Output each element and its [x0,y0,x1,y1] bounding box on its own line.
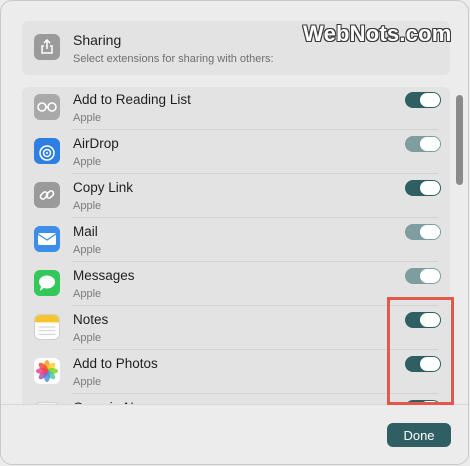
toggle-knob [420,137,440,151]
toggle-knob [420,181,440,195]
reading-list-icon [34,94,60,120]
divider [72,393,438,394]
highlight-box [387,297,454,405]
extension-name: Mail [73,224,98,239]
header-title: Sharing [73,32,122,48]
sharing-sheet: Sharing Select extensions for sharing wi… [0,0,469,465]
airdrop-icon [34,138,60,164]
list-item: AirDrop Apple [22,131,450,174]
list-item: Add to Reading List Apple [22,87,450,130]
extension-vendor: Apple [73,332,102,344]
list-item: Copy Link Apple [22,175,450,218]
toggle-knob [420,269,440,283]
toggle-knob [420,225,440,239]
messages-icon [34,270,60,296]
extension-name: Messages [73,268,135,283]
extension-vendor: Apple [73,200,102,212]
extension-vendor: Apple [73,376,102,388]
list-item: Notes Apple [22,307,450,350]
list-item: Messages Apple [22,263,450,306]
divider [72,173,438,174]
done-button[interactable]: Done [387,423,451,447]
list-item: Add to Photos Apple [22,351,450,394]
divider [72,217,438,218]
list-item: Mail Apple [22,219,450,262]
toggle-knob [420,93,440,107]
toggle-add-to-reading-list[interactable] [405,92,441,108]
share-icon [34,34,60,60]
divider [72,261,438,262]
watermark-logo: WebNots.com [303,21,452,46]
toggle-airdrop[interactable] [405,136,441,152]
extension-vendor: Apple [73,288,102,300]
extension-name: Add to Photos [73,356,158,371]
scrollbar[interactable] [456,95,463,185]
link-icon [34,182,60,208]
mail-icon [34,226,60,252]
toggle-copy-link[interactable] [405,180,441,196]
extension-name: Copy Link [73,180,134,195]
extensions-list: Add to Reading List Apple AirDrop Apple [22,87,450,417]
toggle-mail[interactable] [405,224,441,240]
divider [72,129,438,130]
extension-vendor: Apple [73,112,102,124]
extension-name: Add to Reading List [73,92,191,107]
header-subtitle: Select extensions for sharing with other… [73,53,274,65]
photos-icon [34,358,60,384]
extension-vendor: Apple [73,156,102,168]
toggle-messages[interactable] [405,268,441,284]
divider [72,305,438,306]
extension-name: AirDrop [73,136,119,151]
extension-name: Notes [73,312,109,327]
notes-icon [34,314,60,340]
divider [72,349,438,350]
extension-vendor: Apple [73,244,102,256]
